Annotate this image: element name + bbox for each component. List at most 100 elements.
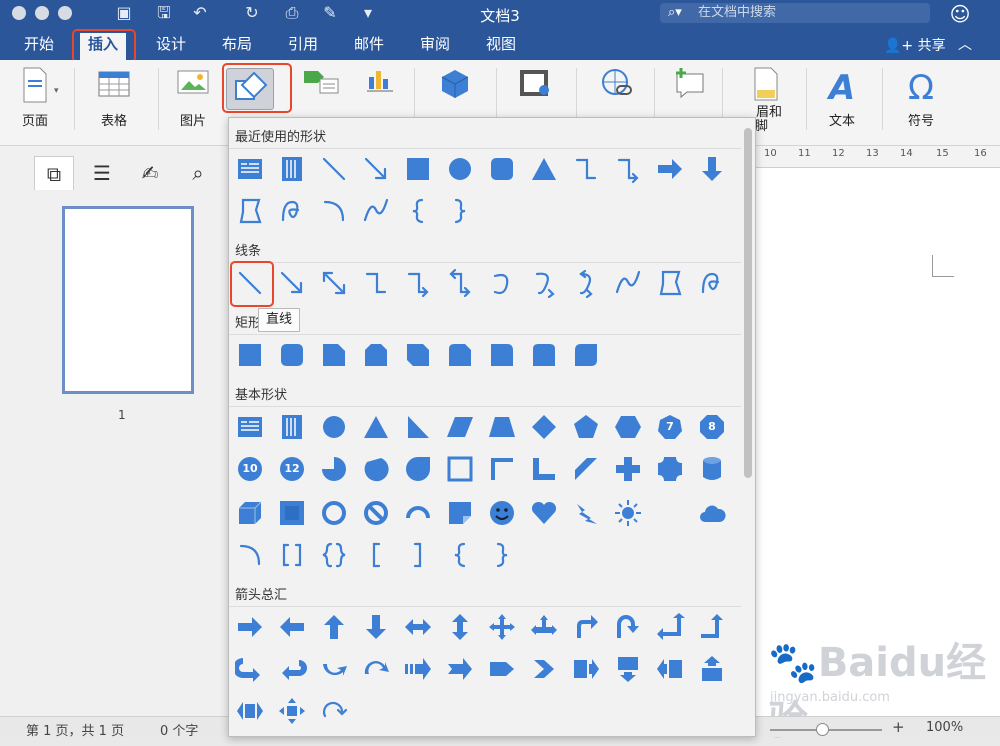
tab-design[interactable]: 设计 bbox=[156, 34, 186, 54]
pentagonarrow-shape-icon[interactable] bbox=[487, 654, 517, 684]
chord-shape-icon[interactable] bbox=[361, 454, 391, 484]
tab-review[interactable]: 审阅 bbox=[420, 34, 450, 54]
folded-shape-icon[interactable] bbox=[445, 498, 475, 528]
diamond-shape-icon[interactable] bbox=[529, 412, 559, 442]
rounddiag-shape-icon[interactable] bbox=[571, 340, 601, 370]
rect-shape-icon[interactable] bbox=[403, 154, 433, 184]
text-button[interactable]: A 文本 bbox=[816, 66, 868, 140]
pie-shape-icon[interactable] bbox=[319, 454, 349, 484]
adown-shape-icon[interactable] bbox=[361, 612, 391, 642]
round2-shape-icon[interactable] bbox=[529, 340, 559, 370]
rrect-shape-icon[interactable] bbox=[277, 340, 307, 370]
vtextbox-shape-icon[interactable] bbox=[277, 412, 307, 442]
blockarc-shape-icon[interactable] bbox=[403, 498, 433, 528]
feedback-smiley-icon[interactable]: ☺ bbox=[948, 2, 972, 26]
snip1-shape-icon[interactable] bbox=[319, 340, 349, 370]
heart-shape-icon[interactable] bbox=[529, 498, 559, 528]
edit-list-tab-icon[interactable]: ✍ bbox=[130, 156, 170, 190]
bentup-shape-icon[interactable] bbox=[697, 612, 727, 642]
striped-shape-icon[interactable] bbox=[403, 654, 433, 684]
vtextbox-shape-icon[interactable] bbox=[277, 154, 307, 184]
moon-shape-icon[interactable] bbox=[655, 498, 685, 528]
trap-shape-icon[interactable] bbox=[487, 412, 517, 442]
circarrow-shape-icon[interactable] bbox=[319, 696, 349, 726]
oval-shape-icon[interactable] bbox=[445, 154, 475, 184]
bent-shape-icon[interactable] bbox=[571, 612, 601, 642]
brackets-shape-icon[interactable] bbox=[277, 540, 307, 570]
freeform-shape-icon[interactable] bbox=[655, 268, 685, 298]
elbow-shape-icon[interactable] bbox=[361, 268, 391, 298]
zoom-in-button[interactable]: + bbox=[892, 718, 905, 736]
chevron-shape-icon[interactable] bbox=[529, 654, 559, 684]
tab-layout[interactable]: 布局 bbox=[222, 34, 252, 54]
print-icon[interactable]: ⎙ bbox=[280, 2, 304, 24]
pent-shape-icon[interactable] bbox=[571, 412, 601, 442]
outline-tab-icon[interactable]: ☰ bbox=[82, 156, 122, 190]
curvedbl-shape-icon[interactable] bbox=[571, 268, 601, 298]
cloud-shape-icon[interactable] bbox=[697, 498, 727, 528]
tri-shape-icon[interactable] bbox=[361, 412, 391, 442]
scurve-shape-icon[interactable] bbox=[361, 196, 391, 226]
collapse-ribbon-icon[interactable]: ︿ bbox=[958, 34, 972, 54]
tab-mailings[interactable]: 邮件 bbox=[354, 34, 384, 54]
tab-view[interactable]: 视图 bbox=[486, 34, 516, 54]
close-window-button[interactable] bbox=[12, 6, 26, 20]
arc-shape-icon[interactable] bbox=[319, 196, 349, 226]
diagstripe-shape-icon[interactable] bbox=[571, 454, 601, 484]
aquad-shape-icon[interactable] bbox=[487, 612, 517, 642]
line-shape-icon[interactable] bbox=[319, 154, 349, 184]
tab-home[interactable]: 开始 bbox=[24, 34, 54, 54]
dcallout-shape-icon[interactable] bbox=[613, 654, 643, 684]
curve-shape-icon[interactable] bbox=[487, 268, 517, 298]
lbrace-shape-icon[interactable] bbox=[445, 540, 475, 570]
symbol-button[interactable]: Ω 符号 bbox=[894, 66, 948, 140]
rbrace-shape-icon[interactable] bbox=[445, 196, 475, 226]
rect-shape-icon[interactable] bbox=[235, 340, 265, 370]
snip2diag-shape-icon[interactable] bbox=[403, 340, 433, 370]
cube-shape-icon[interactable] bbox=[235, 498, 265, 528]
tear-shape-icon[interactable] bbox=[403, 454, 433, 484]
scribble-shape-icon[interactable] bbox=[277, 196, 307, 226]
decagon-shape-icon[interactable] bbox=[235, 454, 265, 484]
lbracket-shape-icon[interactable] bbox=[361, 540, 391, 570]
dblarrow-shape-icon[interactable] bbox=[319, 268, 349, 298]
customize-toolbar-icon[interactable]: ▾ bbox=[356, 2, 380, 24]
uturn-shape-icon[interactable] bbox=[613, 612, 643, 642]
tab-references[interactable]: 引用 bbox=[288, 34, 318, 54]
plaque-shape-icon[interactable] bbox=[655, 454, 685, 484]
curvdown-shape-icon[interactable] bbox=[361, 654, 391, 684]
hept-shape-icon[interactable] bbox=[655, 412, 685, 442]
find-tab-icon[interactable]: ⌕ bbox=[178, 156, 218, 190]
curvearrow-shape-icon[interactable] bbox=[529, 268, 559, 298]
can-shape-icon[interactable] bbox=[697, 454, 727, 484]
rcallout-shape-icon[interactable] bbox=[571, 654, 601, 684]
elbowarrow-shape-icon[interactable] bbox=[613, 154, 643, 184]
arrow-shape-icon[interactable] bbox=[361, 154, 391, 184]
rbrace-shape-icon[interactable] bbox=[487, 540, 517, 570]
aleft-shape-icon[interactable] bbox=[277, 612, 307, 642]
plus-shape-icon[interactable] bbox=[613, 454, 643, 484]
freeform-shape-icon[interactable] bbox=[235, 196, 265, 226]
document-search-input[interactable]: ⌕▾ 在文档中搜索 bbox=[660, 3, 930, 23]
rtri-shape-icon[interactable] bbox=[403, 412, 433, 442]
quadcallout-shape-icon[interactable] bbox=[277, 696, 307, 726]
scribble-shape-icon[interactable] bbox=[697, 268, 727, 298]
halfframe-shape-icon[interactable] bbox=[487, 454, 517, 484]
aud-shape-icon[interactable] bbox=[445, 612, 475, 642]
thumbnails-tab-icon[interactable]: ⧉ bbox=[34, 156, 74, 190]
para-shape-icon[interactable] bbox=[445, 412, 475, 442]
oval-shape-icon[interactable] bbox=[319, 412, 349, 442]
edit-icon[interactable]: ✎ bbox=[318, 2, 342, 24]
lbrace-shape-icon[interactable] bbox=[403, 196, 433, 226]
bolt-shape-icon[interactable] bbox=[571, 498, 601, 528]
round1-shape-icon[interactable] bbox=[487, 340, 517, 370]
share-button[interactable]: 👤+ 共享 bbox=[884, 35, 946, 55]
aright-shape-icon[interactable] bbox=[235, 612, 265, 642]
sidebar-toggle-icon[interactable]: ▣ bbox=[112, 2, 136, 24]
lrcallout-shape-icon[interactable] bbox=[235, 696, 265, 726]
picture-button[interactable]: 图片 bbox=[168, 66, 218, 140]
redo-icon[interactable]: ↻ bbox=[240, 2, 264, 24]
zoom-slider-handle[interactable] bbox=[816, 723, 829, 736]
curvup-shape-icon[interactable] bbox=[319, 654, 349, 684]
arc-shape-icon[interactable] bbox=[235, 540, 265, 570]
